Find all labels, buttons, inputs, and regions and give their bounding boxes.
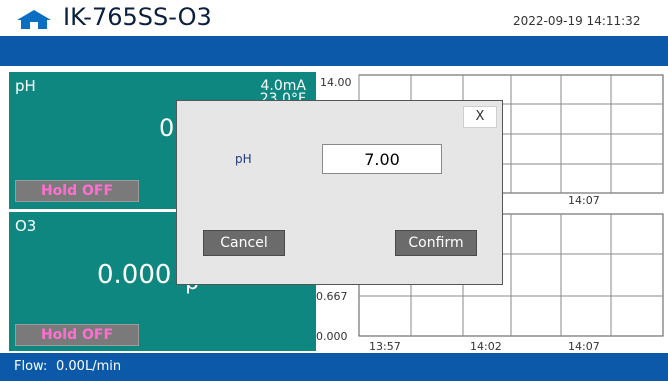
o3-x-tick-label: 14:07 <box>568 340 600 353</box>
o3-x-tick-label: 14:02 <box>470 340 502 353</box>
o3-panel-title: O3 <box>15 217 37 235</box>
confirm-button[interactable]: Confirm <box>395 230 477 256</box>
close-button[interactable]: X <box>463 106 497 128</box>
blue-header-bar <box>0 36 668 66</box>
flow-status-bar: Flow: 0.00L/min <box>0 353 668 381</box>
ph-hold-button[interactable]: Hold OFF <box>15 180 139 202</box>
o3-x-tick-label: 13:57 <box>369 340 401 353</box>
ph-x-tick-label: 14:07 <box>568 194 600 207</box>
o3-y-tick-label: 0.000 <box>316 330 348 343</box>
cancel-button[interactable]: Cancel <box>203 230 285 256</box>
flow-value: 0.00L/min <box>56 359 122 374</box>
ph-y-top-label: 14.00 <box>320 76 352 89</box>
top-bar: IK-765SS-O3 2022-09-19 14:11:32 <box>0 0 668 36</box>
flow-label: Flow: <box>14 359 48 374</box>
ph-setpoint-dialog: X pH Cancel Confirm <box>176 100 503 285</box>
o3-y-tick-label: 0.667 <box>316 290 348 303</box>
device-model-title: IK-765SS-O3 <box>63 3 212 31</box>
ph-value-input[interactable] <box>322 144 442 174</box>
datetime-display: 2022-09-19 14:11:32 <box>513 14 641 28</box>
home-icon[interactable] <box>15 8 53 30</box>
o3-hold-button[interactable]: Hold OFF <box>15 324 139 346</box>
o3-value: 0.000 <box>97 260 172 290</box>
ph-panel-title: pH <box>15 77 36 95</box>
ph-field-label: pH <box>235 152 252 166</box>
